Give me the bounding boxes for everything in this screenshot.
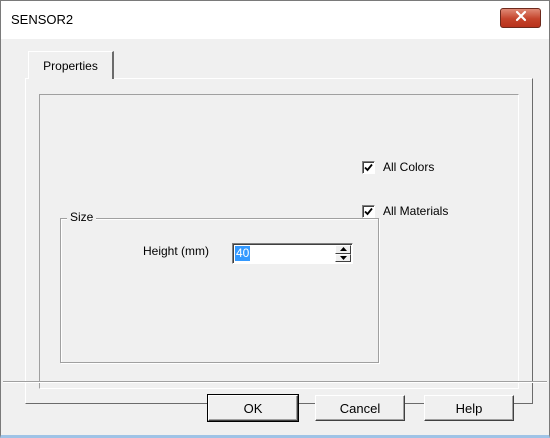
all-colors-label: All Colors: [383, 160, 435, 174]
height-input[interactable]: 40: [235, 246, 251, 261]
size-groupbox: Size Height (mm) 40: [60, 210, 379, 363]
close-icon: [515, 9, 527, 27]
tab-properties[interactable]: Properties: [28, 51, 114, 79]
height-spinbox[interactable]: 40: [232, 243, 353, 264]
height-label: Height (mm): [143, 244, 210, 258]
spin-down-button[interactable]: [335, 253, 351, 262]
dialog-window: SENSOR2 Properties All Colors All Materi…: [0, 0, 550, 438]
button-area-separator: [3, 381, 547, 383]
spin-up-button[interactable]: [335, 245, 351, 254]
checkmark-icon: [364, 163, 373, 171]
close-button[interactable]: [500, 8, 541, 28]
help-button[interactable]: Help: [424, 395, 514, 421]
tab-properties-label: Properties: [43, 58, 98, 73]
all-materials-option[interactable]: All Materials: [362, 204, 448, 218]
all-materials-checkbox[interactable]: [362, 204, 375, 218]
spin-up-arrow-icon: [339, 247, 347, 252]
title-bar[interactable]: SENSOR2: [1, 1, 549, 39]
cancel-button[interactable]: Cancel: [315, 395, 405, 421]
all-materials-label: All Materials: [383, 204, 449, 218]
all-colors-checkbox[interactable]: [362, 160, 375, 174]
checkmark-icon: [364, 207, 373, 215]
dialog-client-area: Properties All Colors All Materials Size…: [3, 39, 547, 435]
properties-content-frame: All Colors All Materials Size Height (mm…: [39, 94, 519, 389]
height-spin-buttons: [335, 245, 351, 262]
window-title: SENSOR2: [11, 12, 74, 27]
properties-tab-panel: All Colors All Materials Size Height (mm…: [25, 78, 533, 404]
all-colors-option[interactable]: All Colors: [362, 160, 434, 174]
spin-down-arrow-icon: [339, 255, 347, 260]
size-group-label: Size: [67, 210, 97, 224]
ok-button[interactable]: OK: [207, 394, 299, 422]
